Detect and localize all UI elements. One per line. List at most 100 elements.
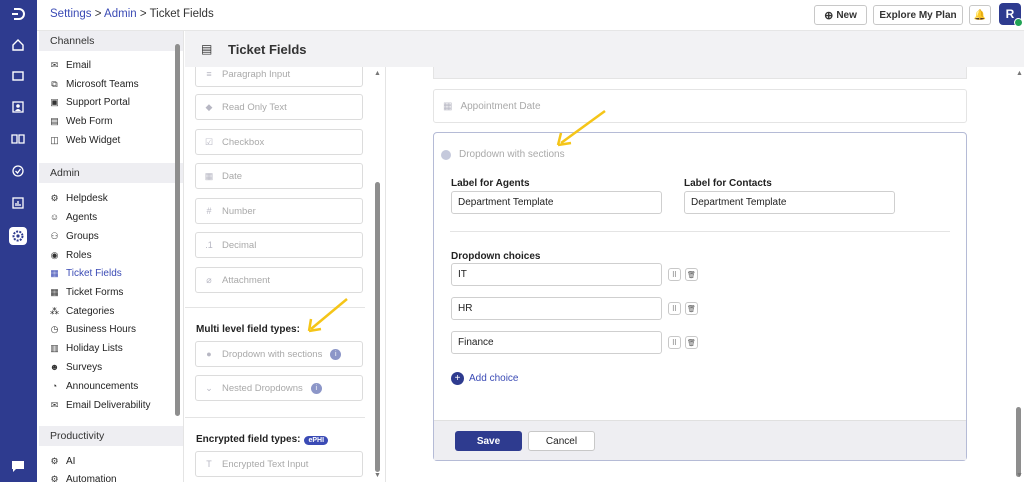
palette-field-encrypted-text-input[interactable]: T Encrypted Text Input: [195, 451, 363, 477]
trash-icon[interactable]: 🗑: [685, 336, 698, 349]
trash-icon[interactable]: 🗑: [685, 302, 698, 315]
add-choice-button[interactable]: + Add choice: [451, 372, 518, 385]
scroll-down-icon[interactable]: ▼: [1016, 472, 1023, 479]
text-icon: T: [206, 459, 212, 469]
palette-field-date[interactable]: ▦ Date: [195, 163, 363, 189]
sidebar-scrollbar[interactable]: [175, 44, 180, 416]
label-contacts-heading: Label for Contacts: [684, 178, 772, 189]
sidebar-item-email-deliverability[interactable]: ✉ Email Deliverability: [49, 397, 151, 413]
sidebar-item-label: Surveys: [66, 361, 103, 373]
contacts-icon[interactable]: [9, 98, 27, 116]
sidebar-item-label: Categories: [66, 305, 115, 317]
sidebar-item-support-portal[interactable]: ▣ Support Portal: [49, 94, 130, 110]
tag-icon: ◆: [205, 101, 213, 112]
sidebar-item-microsoft-teams[interactable]: ⧉ Microsoft Teams: [49, 76, 138, 92]
canvas-field-appointment-date[interactable]: ▦ Appointment Date: [433, 89, 967, 123]
add-choice-label: Add choice: [469, 373, 519, 384]
settings-icon[interactable]: [9, 227, 27, 245]
sidebar-item-holiday-lists[interactable]: ▥ Holiday Lists: [49, 340, 123, 356]
drag-handle-icon[interactable]: ⠿: [668, 302, 681, 315]
sidebar-item-announcements[interactable]: ◔ Announcements: [49, 378, 139, 394]
sidebar-item-ai[interactable]: ⚙ AI: [49, 453, 75, 469]
sidebar-item-label: Business Hours: [66, 323, 137, 335]
canvas-field-label: Appointment Date: [460, 100, 541, 112]
palette-scrollbar[interactable]: [375, 182, 380, 472]
drag-handle-icon[interactable]: ⠿: [668, 268, 681, 281]
tasks-icon[interactable]: [9, 162, 27, 180]
palette-field-label: Encrypted Text Input: [222, 458, 309, 470]
info-icon[interactable]: i: [310, 382, 322, 394]
ticket-icon[interactable]: [9, 67, 27, 85]
reports-icon[interactable]: [9, 194, 27, 212]
scroll-down-icon[interactable]: ▼: [374, 472, 381, 479]
sidebar-item-label: Helpdesk: [66, 192, 108, 204]
sidebar-section-productivity: Productivity: [39, 426, 183, 446]
palette-field-dropdown-with-sections[interactable]: ● Dropdown with sections i: [195, 341, 363, 367]
palette-field-paragraph-input[interactable]: ≡ Paragraph Input: [195, 67, 363, 87]
scroll-up-icon[interactable]: ▲: [1016, 70, 1023, 77]
palette-field-read-only-text[interactable]: ◆ Read Only Text: [195, 94, 363, 120]
sidebar-item-roles[interactable]: ◉ Roles: [49, 247, 92, 263]
sidebar-item-helpdesk[interactable]: ⚙ Helpdesk: [49, 190, 108, 206]
palette-field-attachment[interactable]: ⌀ Attachment: [195, 267, 363, 293]
palette-field-number[interactable]: # Number: [195, 198, 363, 224]
new-button[interactable]: ⊕ New: [814, 5, 867, 25]
trash-icon[interactable]: 🗑: [685, 268, 698, 281]
palette-field-nested-dropdowns[interactable]: ⌄ Nested Dropdowns i: [195, 375, 363, 401]
sidebar-item-ticket-fields[interactable]: ▦ Ticket Fields: [49, 265, 122, 281]
home-icon[interactable]: [9, 36, 27, 54]
chat-icon[interactable]: [9, 457, 27, 475]
sidebar-item-web-form[interactable]: ▤ Web Form: [49, 113, 113, 129]
annotation-arrow: [556, 109, 606, 147]
choice-input[interactable]: IT: [451, 263, 662, 286]
sidebar-item-email[interactable]: ✉ Email: [49, 57, 91, 73]
sidebar-item-label: Web Form: [66, 115, 113, 127]
breadcrumb-separator: >: [94, 8, 102, 20]
breadcrumb-separator: >: [139, 8, 147, 20]
choice-input[interactable]: HR: [451, 297, 662, 320]
checkbox-icon: ☑: [204, 136, 214, 147]
sidebar-item-categories[interactable]: ⁂ Categories: [49, 303, 114, 319]
canvas-scrollbar[interactable]: [1016, 407, 1021, 477]
sidebar-item-business-hours[interactable]: ◷ Business Hours: [49, 321, 136, 337]
sidebar-section-channels: Channels: [39, 31, 183, 51]
save-button[interactable]: Save: [455, 431, 522, 451]
sidebar-item-surveys[interactable]: ☻ Surveys: [49, 359, 102, 375]
info-icon[interactable]: i: [330, 348, 342, 360]
clock-icon: ◷: [50, 323, 59, 334]
envelope-icon: ✉: [50, 59, 59, 70]
previous-field[interactable]: [433, 67, 967, 79]
sidebar-item-label: Holiday Lists: [66, 342, 123, 354]
teams-icon: ⧉: [51, 78, 58, 89]
sidebar-item-groups[interactable]: ⚇ Groups: [49, 228, 98, 244]
field-palette: ≡ Paragraph Input ◆ Read Only Text ☑ Checkb…: [185, 67, 385, 482]
sidebar-item-label: Roles: [66, 249, 92, 261]
explore-plan-button[interactable]: Explore My Plan: [873, 5, 963, 25]
drag-handle-icon[interactable]: ⠿: [668, 336, 681, 349]
sidebar-item-automation[interactable]: ⚙ Automation: [49, 471, 117, 482]
sidebar-item-ticket-forms[interactable]: ▦ Ticket Forms: [49, 284, 123, 300]
palette-field-checkbox[interactable]: ☑ Checkbox: [195, 129, 363, 155]
palette-field-decimal[interactable]: .1 Decimal: [195, 232, 363, 258]
scroll-up-icon[interactable]: ▲: [374, 70, 381, 77]
sidebar-item-label: Automation: [66, 473, 117, 482]
avatar[interactable]: R: [999, 3, 1023, 27]
cancel-button[interactable]: Cancel: [528, 431, 595, 451]
calendar-icon: ▦: [204, 170, 214, 181]
mail-check-icon: ✉: [50, 399, 59, 410]
sidebar-item-web-widget[interactable]: ◫ Web Widget: [49, 132, 120, 148]
logo-icon[interactable]: [9, 5, 27, 23]
breadcrumb-settings[interactable]: Settings: [50, 8, 92, 20]
divider: [185, 417, 365, 418]
form-icon: ▤: [50, 115, 59, 126]
sidebar-item-label: Email: [66, 59, 92, 71]
label-agents-input[interactable]: Department Template: [451, 191, 662, 214]
notifications-button[interactable]: 🔔: [969, 5, 991, 25]
label-contacts-input[interactable]: Department Template: [684, 191, 895, 214]
helpdesk-icon: ⚙: [50, 192, 59, 203]
knowledge-icon[interactable]: [9, 130, 27, 148]
avatar-initial: R: [1005, 7, 1015, 21]
choice-input[interactable]: Finance: [451, 331, 662, 354]
sidebar-item-agents[interactable]: ☺ Agents: [49, 209, 97, 225]
breadcrumb-admin[interactable]: Admin: [104, 8, 137, 20]
